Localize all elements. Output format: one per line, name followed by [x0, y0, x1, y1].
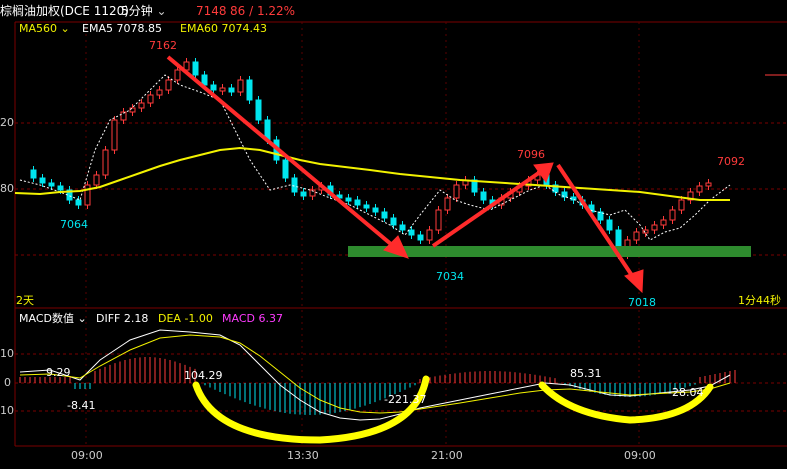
candle	[480, 191, 487, 201]
macd-annotation: 104.29	[184, 369, 223, 382]
candle	[147, 94, 154, 104]
candle	[696, 185, 703, 193]
instrument-title: 棕榈油加权(DCE 1120)	[0, 4, 129, 18]
chart-frame	[14, 21, 787, 447]
candle	[210, 84, 217, 91]
candle	[345, 197, 352, 202]
candle	[390, 217, 397, 226]
candle	[282, 159, 289, 179]
chevron-down-icon: ⌄	[73, 312, 87, 325]
price-axis-label: 20	[0, 116, 14, 129]
candle	[426, 229, 433, 241]
macd-annotation: 85.31	[570, 367, 602, 380]
chevron-down-icon: ⌄	[152, 4, 167, 18]
chevron-down-icon: ⌄	[57, 22, 70, 35]
low-annotation: 7064	[60, 218, 88, 231]
high-annotation: 7162	[149, 39, 177, 52]
candle	[102, 149, 109, 176]
candle	[219, 87, 226, 92]
candle	[372, 207, 379, 213]
candle	[669, 209, 676, 221]
macd-diff-legend: DIFF 2.18	[96, 312, 149, 325]
support-zone	[348, 246, 751, 257]
candle	[399, 224, 406, 231]
ema5-legend: EMA5 7078.85	[82, 22, 162, 35]
candle	[39, 177, 46, 184]
title-bar: 棕榈油加权(DCE 1120) 5分钟 ⌄ 7148 86 / 1.22%	[0, 0, 787, 22]
low-annotation: 7034	[436, 270, 464, 283]
candle	[363, 204, 370, 209]
period-label: 5分钟	[121, 4, 153, 18]
high-annotation: 7096	[517, 148, 545, 161]
candle	[174, 69, 181, 81]
candle	[381, 211, 388, 219]
candle	[48, 182, 55, 187]
candle	[651, 224, 658, 231]
candle	[93, 174, 100, 186]
candle	[435, 209, 442, 231]
ma-label: MA560	[19, 22, 58, 35]
candle	[111, 119, 118, 151]
candle	[354, 199, 361, 206]
macd-histogram	[19, 357, 736, 415]
candle	[453, 184, 460, 199]
time-axis-label: 13:30	[287, 449, 319, 462]
candle	[300, 191, 307, 197]
low-annotation: 7018	[628, 296, 656, 309]
highlight-arcs	[192, 375, 714, 444]
macd-selector[interactable]: MACD数值 ⌄	[19, 311, 87, 327]
time-axis-label: 09:00	[71, 449, 103, 462]
period-selector[interactable]: 5分钟 ⌄	[121, 0, 167, 22]
candle	[255, 99, 262, 121]
candle	[30, 169, 37, 179]
price-change: 86 / 1.22%	[230, 4, 296, 18]
candle	[417, 234, 424, 241]
candle	[705, 182, 712, 187]
ema60-line	[14, 146, 730, 201]
macd-value-legend: MACD 6.37	[222, 312, 283, 325]
macd-axis-label: 0	[4, 376, 11, 389]
ema60-legend: EMA60 7074.43	[180, 22, 267, 35]
candle	[237, 79, 244, 93]
candle	[84, 184, 91, 206]
macd-dea-legend: DEA -1.00	[158, 312, 213, 325]
candle	[57, 185, 64, 191]
macd-annotation: -28.04	[668, 386, 704, 399]
last-price: 7148	[196, 4, 227, 18]
candle	[678, 199, 685, 211]
macd-annotation: -221.37	[384, 393, 427, 406]
macd-axis-label: 10	[0, 404, 14, 417]
candle	[660, 219, 667, 226]
countdown-label: 1分44秒	[738, 294, 781, 307]
candle	[75, 199, 82, 206]
high-annotation: 7092	[717, 155, 745, 168]
range-label: 2天	[16, 294, 34, 307]
time-axis-label: 21:00	[431, 449, 463, 462]
candle	[291, 177, 298, 193]
price-axis-label: 80	[0, 182, 14, 195]
candle	[138, 102, 145, 109]
ma-selector[interactable]: MA560 ⌄	[19, 21, 70, 37]
macd-label: MACD数值	[19, 312, 74, 325]
candle	[408, 229, 415, 236]
candle	[444, 197, 451, 211]
macd-diff-line	[19, 329, 731, 421]
macd-annotation: 9.29	[46, 366, 71, 379]
candle	[201, 74, 208, 86]
candle	[246, 79, 253, 101]
candle	[633, 231, 640, 241]
candle	[156, 89, 163, 96]
macd-annotation: -8.41	[67, 399, 96, 412]
candle	[228, 87, 235, 93]
macd-axis-label: 10	[0, 347, 14, 360]
candle	[192, 61, 199, 76]
candle	[165, 79, 172, 91]
time-axis-label: 09:00	[624, 449, 656, 462]
candle	[606, 219, 613, 231]
